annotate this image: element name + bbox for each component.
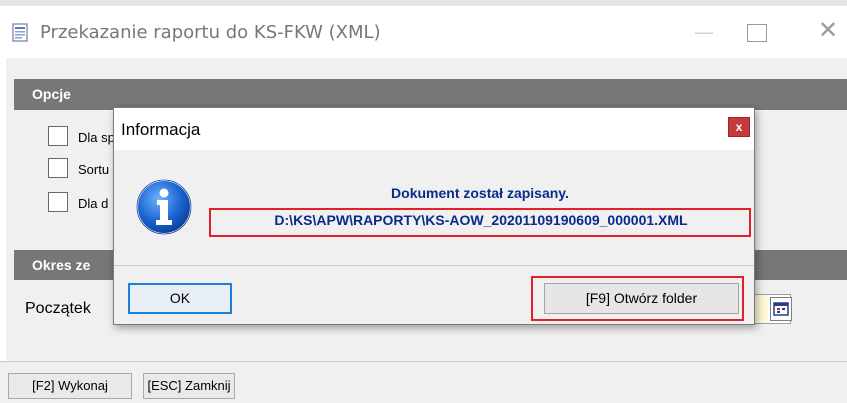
- option-checkbox-3[interactable]: [48, 192, 68, 212]
- option-label-3: Dla d: [78, 196, 109, 211]
- option-checkbox-1[interactable]: [48, 126, 68, 146]
- option-label-2: Sortu: [78, 162, 110, 177]
- saved-file-path: D:\KS\APW\RAPORTY\KS-AOW_20201109190609_…: [274, 212, 688, 228]
- minimize-icon[interactable]: —: [686, 20, 722, 44]
- info-icon: [135, 178, 193, 236]
- document-app-icon: [12, 23, 30, 43]
- ok-button[interactable]: OK: [128, 283, 232, 314]
- close-icon[interactable]: ✕: [810, 16, 846, 44]
- period-start-label: Początek: [25, 300, 91, 317]
- calendar-button[interactable]: [770, 297, 792, 321]
- option-label-1: Dla sp: [78, 130, 115, 145]
- section-header-options: Opcje: [14, 79, 847, 110]
- open-folder-button[interactable]: [F9] Otwórz folder: [544, 283, 739, 314]
- window-title: Przekazanie raportu do KS-FKW (XML): [40, 22, 381, 43]
- close-button[interactable]: [ESC] Zamknij: [143, 373, 235, 399]
- dialog-title: Informacja: [121, 120, 201, 139]
- maximize-icon[interactable]: [747, 24, 767, 42]
- calendar-icon: [773, 302, 789, 316]
- dialog-close-button[interactable]: x: [728, 117, 750, 137]
- execute-button[interactable]: [F2] Wykonaj: [8, 373, 132, 399]
- dialog-message: Dokument został zapisany.: [391, 185, 569, 201]
- option-checkbox-2[interactable]: [48, 158, 68, 178]
